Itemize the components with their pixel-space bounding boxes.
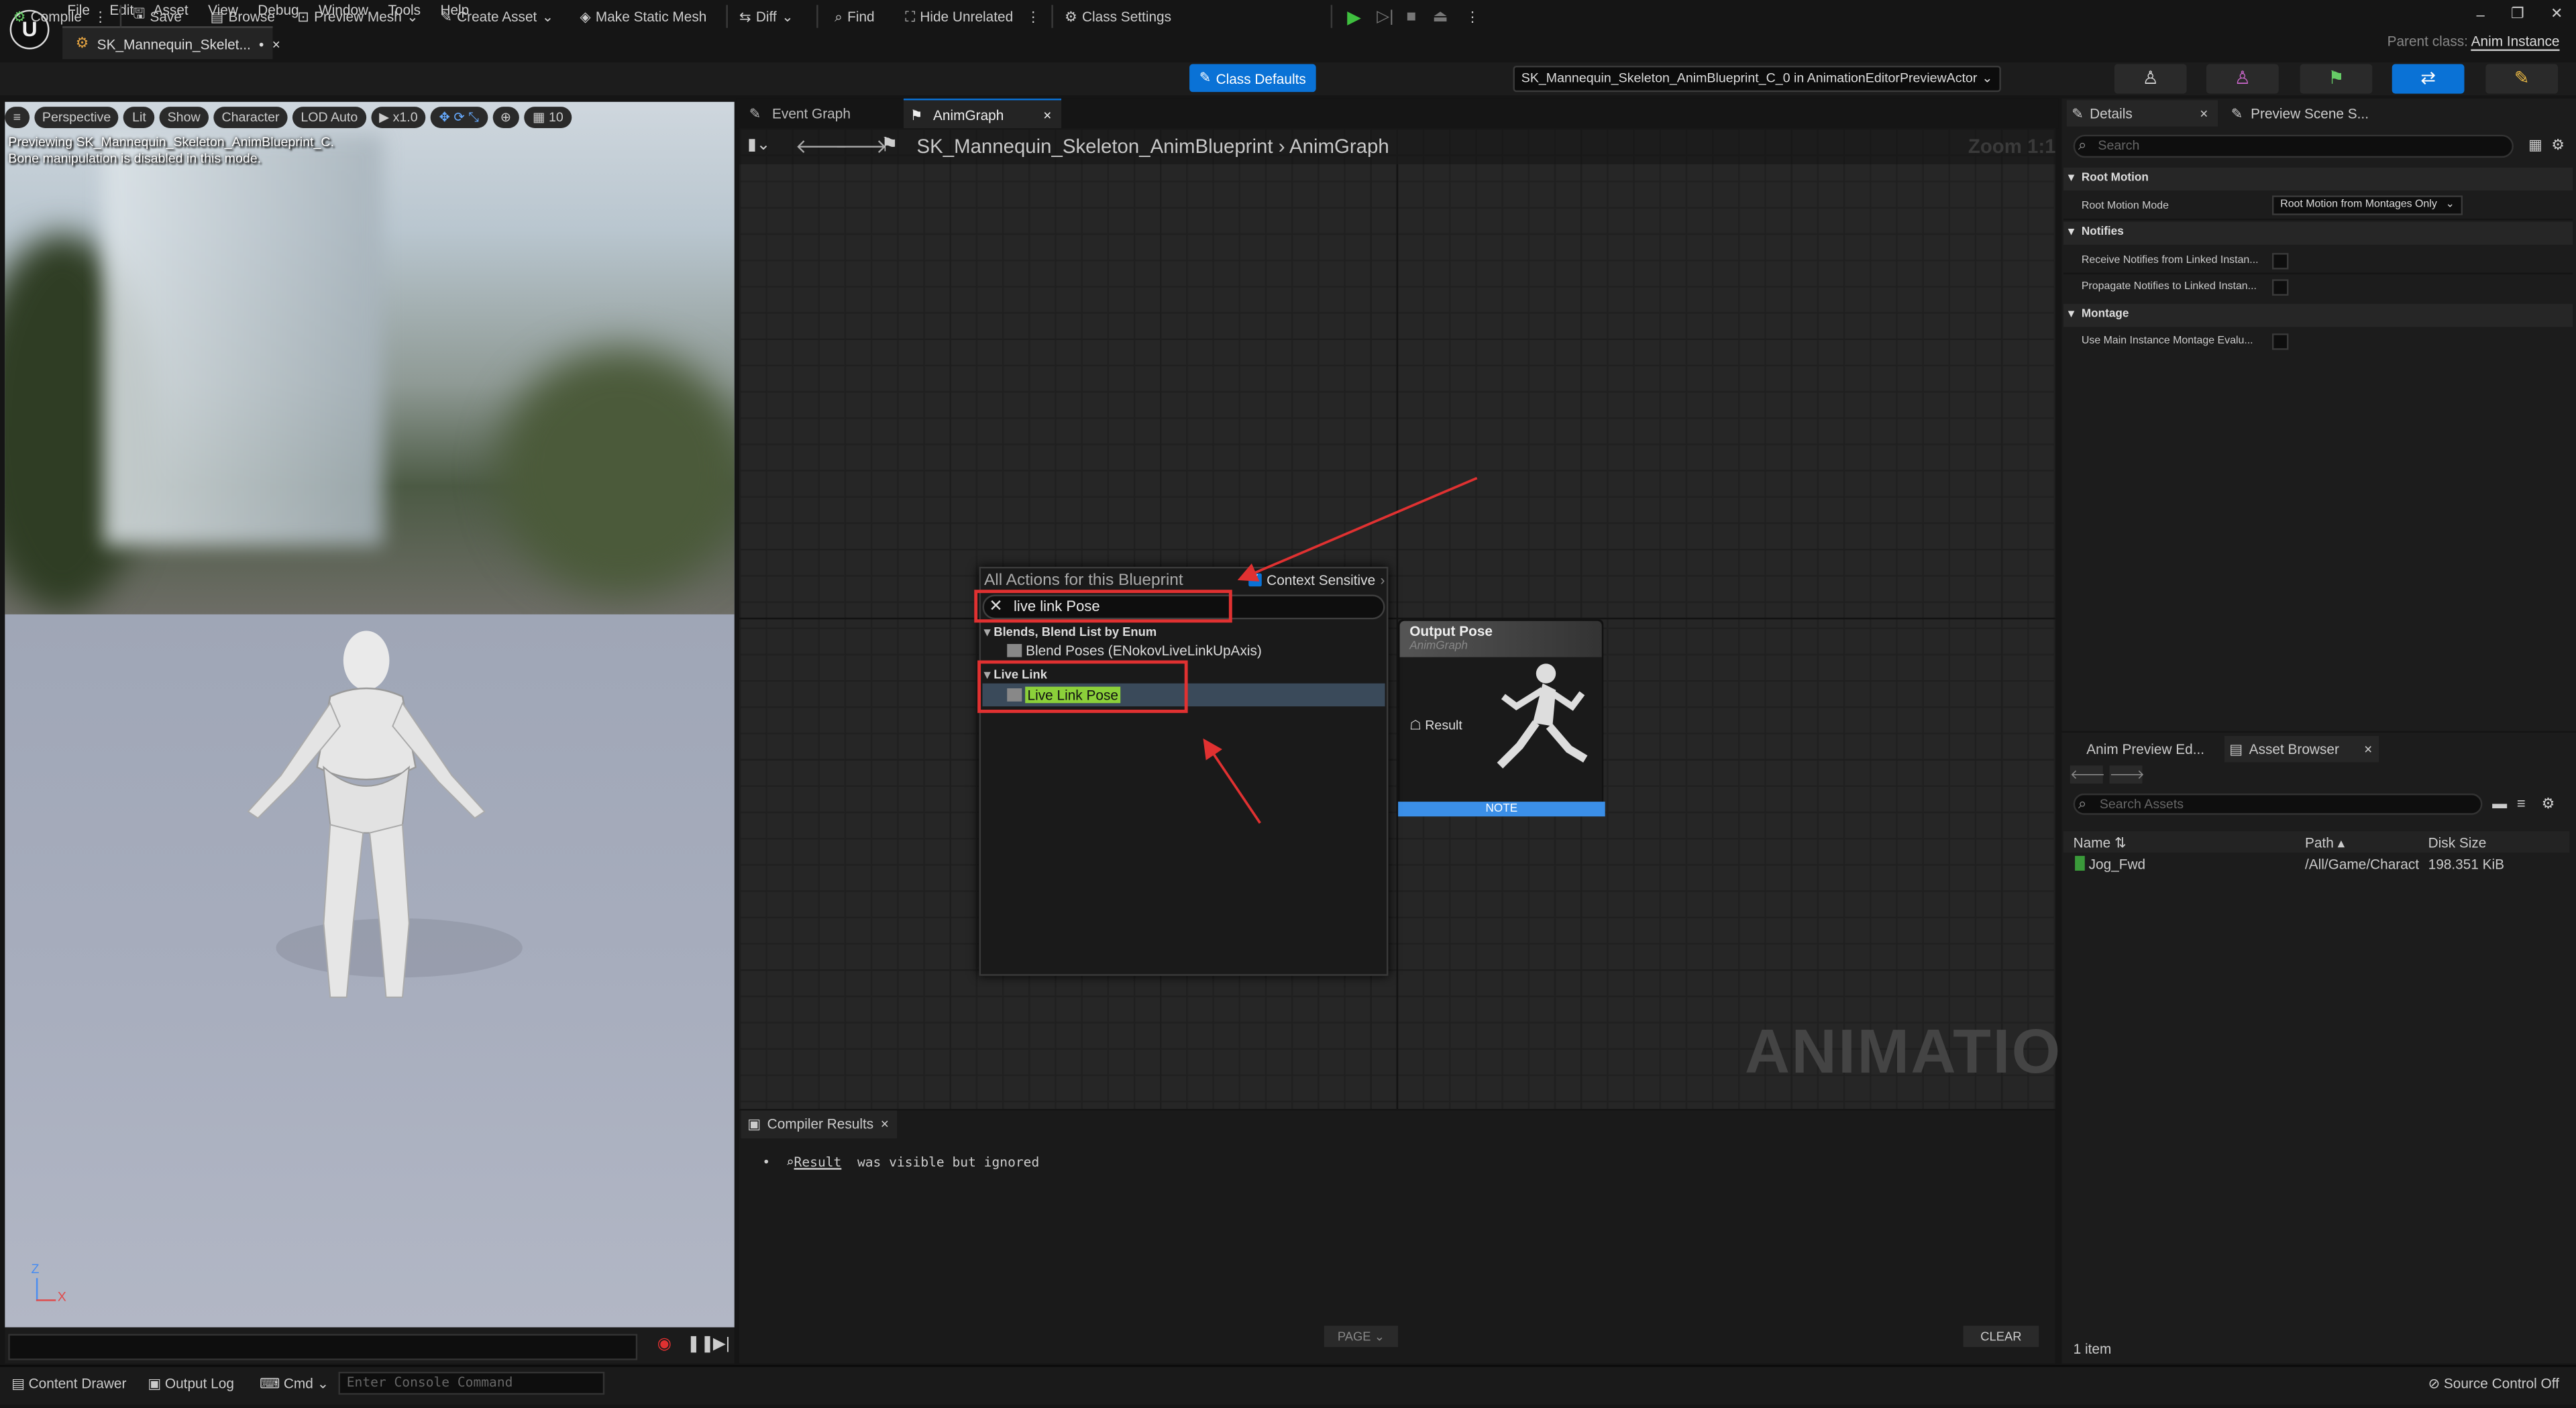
asset-count: 1 item: [2073, 1340, 2112, 1357]
section-notifies-label: Notifies: [2081, 226, 2124, 239]
asset-size: 198.351 KiB: [2428, 855, 2505, 873]
section-montage-label: Montage: [2081, 309, 2129, 321]
chevron-down-icon: ⌄: [2445, 199, 2455, 211]
section-root-motion[interactable]: ▾ Root Motion: [2063, 167, 2573, 191]
annotation-arrow-top: [1237, 476, 1478, 582]
propagate-notifies-checkbox[interactable]: [2271, 279, 2289, 296]
output-log-label: Output Log: [164, 1374, 234, 1392]
compiler-message-link[interactable]: Result: [794, 1155, 842, 1170]
pencil-icon: ✎: [2072, 105, 2084, 122]
console-input[interactable]: Enter Console Command: [338, 1371, 605, 1395]
asset-browser-icon: ▤: [2229, 741, 2243, 757]
asset-browser-panel: [2061, 733, 2576, 1364]
table-row[interactable]: Jog_Fwd: [2075, 855, 2146, 873]
details-search-input[interactable]: Search: [2073, 134, 2514, 158]
row-divider: [2063, 218, 2573, 221]
sort-icon: ⇅: [2114, 834, 2127, 851]
history-back-icon[interactable]: 🡐: [2070, 765, 2105, 784]
asset-search-input[interactable]: Search Assets: [2073, 793, 2483, 815]
settings-gear-icon[interactable]: ⚙: [2551, 136, 2565, 154]
content-drawer-button[interactable]: ▤ Content Drawer: [11, 1375, 126, 1393]
page-button[interactable]: PAGE ⌄: [1324, 1325, 1399, 1348]
view-options-icon[interactable]: ▦: [2528, 136, 2542, 154]
receive-notifies-checkbox[interactable]: [2271, 253, 2289, 270]
tab-asset-browser[interactable]: ▤ Asset Browser ×: [2224, 736, 2379, 763]
cmd-label: Cmd: [283, 1374, 313, 1392]
pencil-icon: ✎: [2231, 105, 2243, 122]
compiler-message-text: was visible but ignored: [857, 1154, 1040, 1170]
terminal-icon: ⌨: [259, 1374, 280, 1392]
root-motion-mode-select[interactable]: Root Motion from Montages Only ⌄: [2271, 195, 2463, 215]
expand-arrow-icon: ▾: [2068, 172, 2074, 184]
tab-asset-browser-label: Asset Browser: [2249, 741, 2339, 757]
close-tab-icon[interactable]: ×: [2200, 100, 2208, 126]
section-montage[interactable]: ▾ Montage: [2063, 304, 2573, 327]
settings-gear-icon[interactable]: ⚙: [2542, 795, 2555, 813]
section-root-motion-label: Root Motion: [2081, 172, 2149, 184]
search-icon: ⌕: [2078, 795, 2087, 812]
search-icon: ⌕: [2078, 136, 2087, 153]
search-icon: ⌕: [786, 1154, 794, 1170]
tab-preview-scene[interactable]: ✎ Preview Scene S...: [2231, 100, 2369, 126]
tab-compiler-results-label: Compiler Results: [767, 1115, 874, 1132]
prop-receive-notifies: Receive Notifies from Linked Instan...: [2081, 254, 2259, 266]
column-name[interactable]: Name ⇅: [2074, 834, 2127, 853]
prop-root-motion-mode: Root Motion Mode: [2081, 200, 2169, 212]
tab-anim-preview-editor[interactable]: Anim Preview Ed...: [2086, 736, 2204, 762]
compiler-message: • ⌕Result was visible but ignored: [762, 1154, 1040, 1170]
filter-icon[interactable]: ≡: [2517, 795, 2526, 811]
asset-path: /All/Game/Charact: [2304, 855, 2420, 873]
main-instance-montage-checkbox[interactable]: [2271, 333, 2289, 350]
row-divider: [2063, 272, 2573, 274]
compiler-results-icon: ▣: [747, 1115, 761, 1132]
root-motion-mode-value: Root Motion from Montages Only: [2280, 199, 2437, 211]
cmd-button[interactable]: ⌨ Cmd ⌄: [260, 1375, 329, 1393]
sort-ascending-icon: ▴: [2337, 834, 2345, 851]
close-tab-icon[interactable]: ×: [2364, 736, 2372, 762]
source-control-icon: ⊘: [2428, 1374, 2440, 1392]
animation-sequence-icon: [2075, 855, 2085, 871]
output-log-icon: ▣: [148, 1374, 162, 1392]
column-disk-size[interactable]: Disk Size: [2428, 834, 2487, 851]
expand-arrow-icon: ▾: [2068, 226, 2074, 239]
history-forward-icon[interactable]: 🡒: [2109, 765, 2145, 784]
prop-main-instance-montage: Use Main Instance Montage Evalu...: [2081, 335, 2253, 347]
column-path-label: Path: [2304, 834, 2334, 851]
section-notifies[interactable]: ▾ Notifies: [2063, 221, 2573, 245]
source-control-label: Source Control Off: [2443, 1374, 2559, 1392]
tab-details[interactable]: ✎ Details ×: [2066, 100, 2218, 127]
chevron-down-icon: ⌄: [317, 1374, 329, 1392]
tab-details-label: Details: [2090, 105, 2133, 122]
column-path[interactable]: Path ▴: [2305, 834, 2345, 853]
asset-search-placeholder: Search Assets: [2099, 796, 2184, 812]
details-panel: [2061, 98, 2576, 731]
console-placeholder: Enter Console Command: [346, 1374, 513, 1390]
folder-icon[interactable]: ▬: [2492, 795, 2507, 811]
asset-name: Jog_Fwd: [2088, 855, 2146, 873]
details-search-placeholder: Search: [2098, 138, 2140, 153]
content-drawer-icon: ▤: [11, 1374, 25, 1392]
column-name-label: Name: [2073, 834, 2111, 851]
close-tab-icon[interactable]: ×: [881, 1111, 889, 1139]
output-log-button[interactable]: ▣ Output Log: [148, 1375, 233, 1393]
source-control-button[interactable]: ⊘ Source Control Off: [2428, 1375, 2559, 1393]
tab-compiler-results[interactable]: ▣ Compiler Results ×: [741, 1110, 898, 1139]
tab-preview-scene-label: Preview Scene S...: [2251, 105, 2369, 122]
page-label: PAGE: [1337, 1329, 1371, 1344]
annotation-arrow-bottom: [1203, 738, 1261, 824]
clear-button[interactable]: CLEAR: [1963, 1325, 2039, 1348]
content-drawer-label: Content Drawer: [28, 1374, 127, 1392]
expand-arrow-icon: ▾: [2068, 309, 2074, 321]
prop-propagate-notifies: Propagate Notifies to Linked Instan...: [2081, 280, 2257, 292]
